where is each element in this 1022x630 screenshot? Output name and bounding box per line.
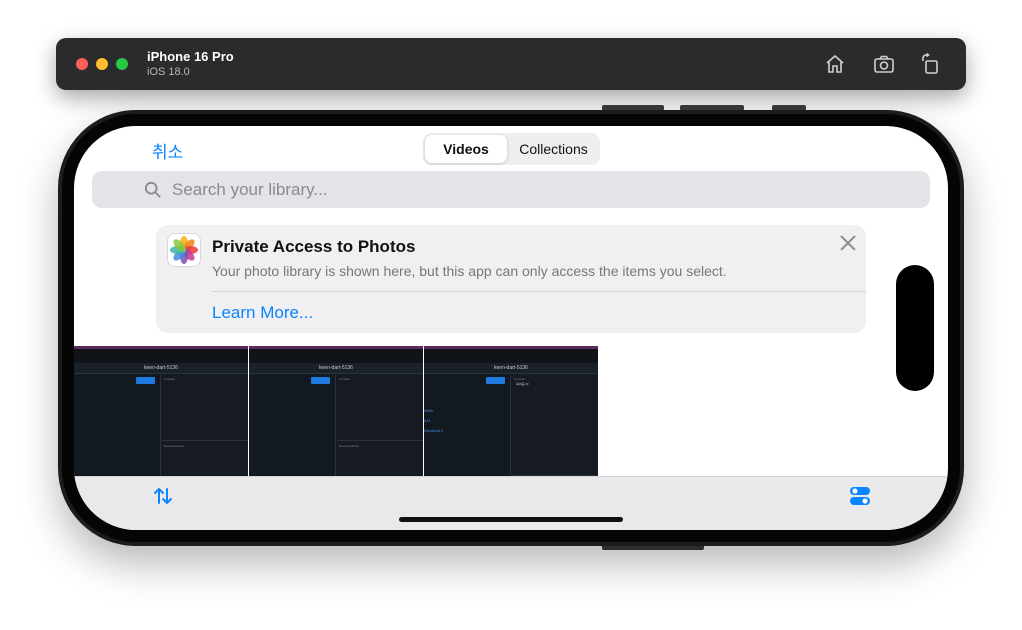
thumb-console-label: Console — [339, 377, 351, 381]
minimize-window-button[interactable] — [96, 58, 108, 70]
close-icon[interactable] — [838, 233, 858, 253]
home-icon[interactable] — [823, 52, 847, 76]
video-thumbnail[interactable]: keen-dart-5136 Console Documentation — [249, 346, 423, 476]
simulator-title-bar: iPhone 16 Pro iOS 18.0 — [56, 38, 966, 90]
thumb-project-name: keen-dart-5136 — [319, 365, 353, 371]
home-indicator — [399, 517, 623, 522]
thumb-console-label: Console — [164, 377, 176, 381]
banner-title: Private Access to Photos — [212, 237, 416, 256]
dynamic-island — [896, 265, 934, 391]
thumb-code-line: Hello — [424, 408, 434, 413]
private-access-banner: Private Access to Photos Your photo libr… — [156, 225, 866, 333]
video-thumbnail[interactable]: keen-dart-5136 Console Documentation — [74, 346, 248, 476]
banner-divider — [212, 291, 866, 292]
close-window-button[interactable] — [76, 58, 88, 70]
learn-more-link[interactable]: Learn More... — [212, 303, 313, 323]
screenshot-icon[interactable] — [872, 52, 896, 76]
thumb-run-button — [486, 377, 505, 384]
segment-videos[interactable]: Videos — [425, 135, 507, 163]
thumb-console-label: Console — [514, 377, 526, 381]
thumb-run-button — [311, 377, 330, 384]
banner-text: Your photo library is shown here, but th… — [212, 263, 727, 279]
phone-screen: 취소 Videos Collections Private — [74, 126, 948, 530]
filter-toggle-icon[interactable] — [849, 485, 871, 507]
thumb-code-line: 011 — [424, 418, 431, 423]
video-thumbnail[interactable]: keen-dart-5136 Console 복어음 20 Hello 011 … — [424, 346, 598, 476]
segment-collections[interactable]: Collections — [509, 135, 598, 163]
rotate-icon[interactable] — [918, 52, 942, 76]
segmented-control: Videos Collections — [423, 133, 600, 165]
device-name: iPhone 16 Pro — [147, 49, 234, 64]
photos-app-icon — [167, 233, 201, 267]
thumb-docs-label: Documentation — [164, 444, 185, 448]
thumb-console-output: 복어음 20 — [516, 382, 529, 386]
thumb-project-name: keen-dart-5136 — [494, 365, 528, 371]
sort-arrows-icon[interactable] — [152, 485, 174, 507]
thumb-code-line: Develop10 — [424, 428, 444, 433]
cancel-button[interactable]: 취소 — [152, 138, 183, 163]
search-input[interactable] — [172, 175, 872, 204]
thumb-docs-label: Documentation — [339, 444, 360, 448]
search-icon — [144, 181, 161, 198]
thumb-run-button — [136, 377, 155, 384]
os-version: iOS 18.0 — [147, 66, 190, 78]
zoom-window-button[interactable] — [116, 58, 128, 70]
search-bar — [92, 171, 930, 208]
thumb-project-name: keen-dart-5136 — [144, 365, 178, 371]
video-thumbnail-grid: keen-dart-5136 Console Documentation kee… — [74, 346, 598, 476]
